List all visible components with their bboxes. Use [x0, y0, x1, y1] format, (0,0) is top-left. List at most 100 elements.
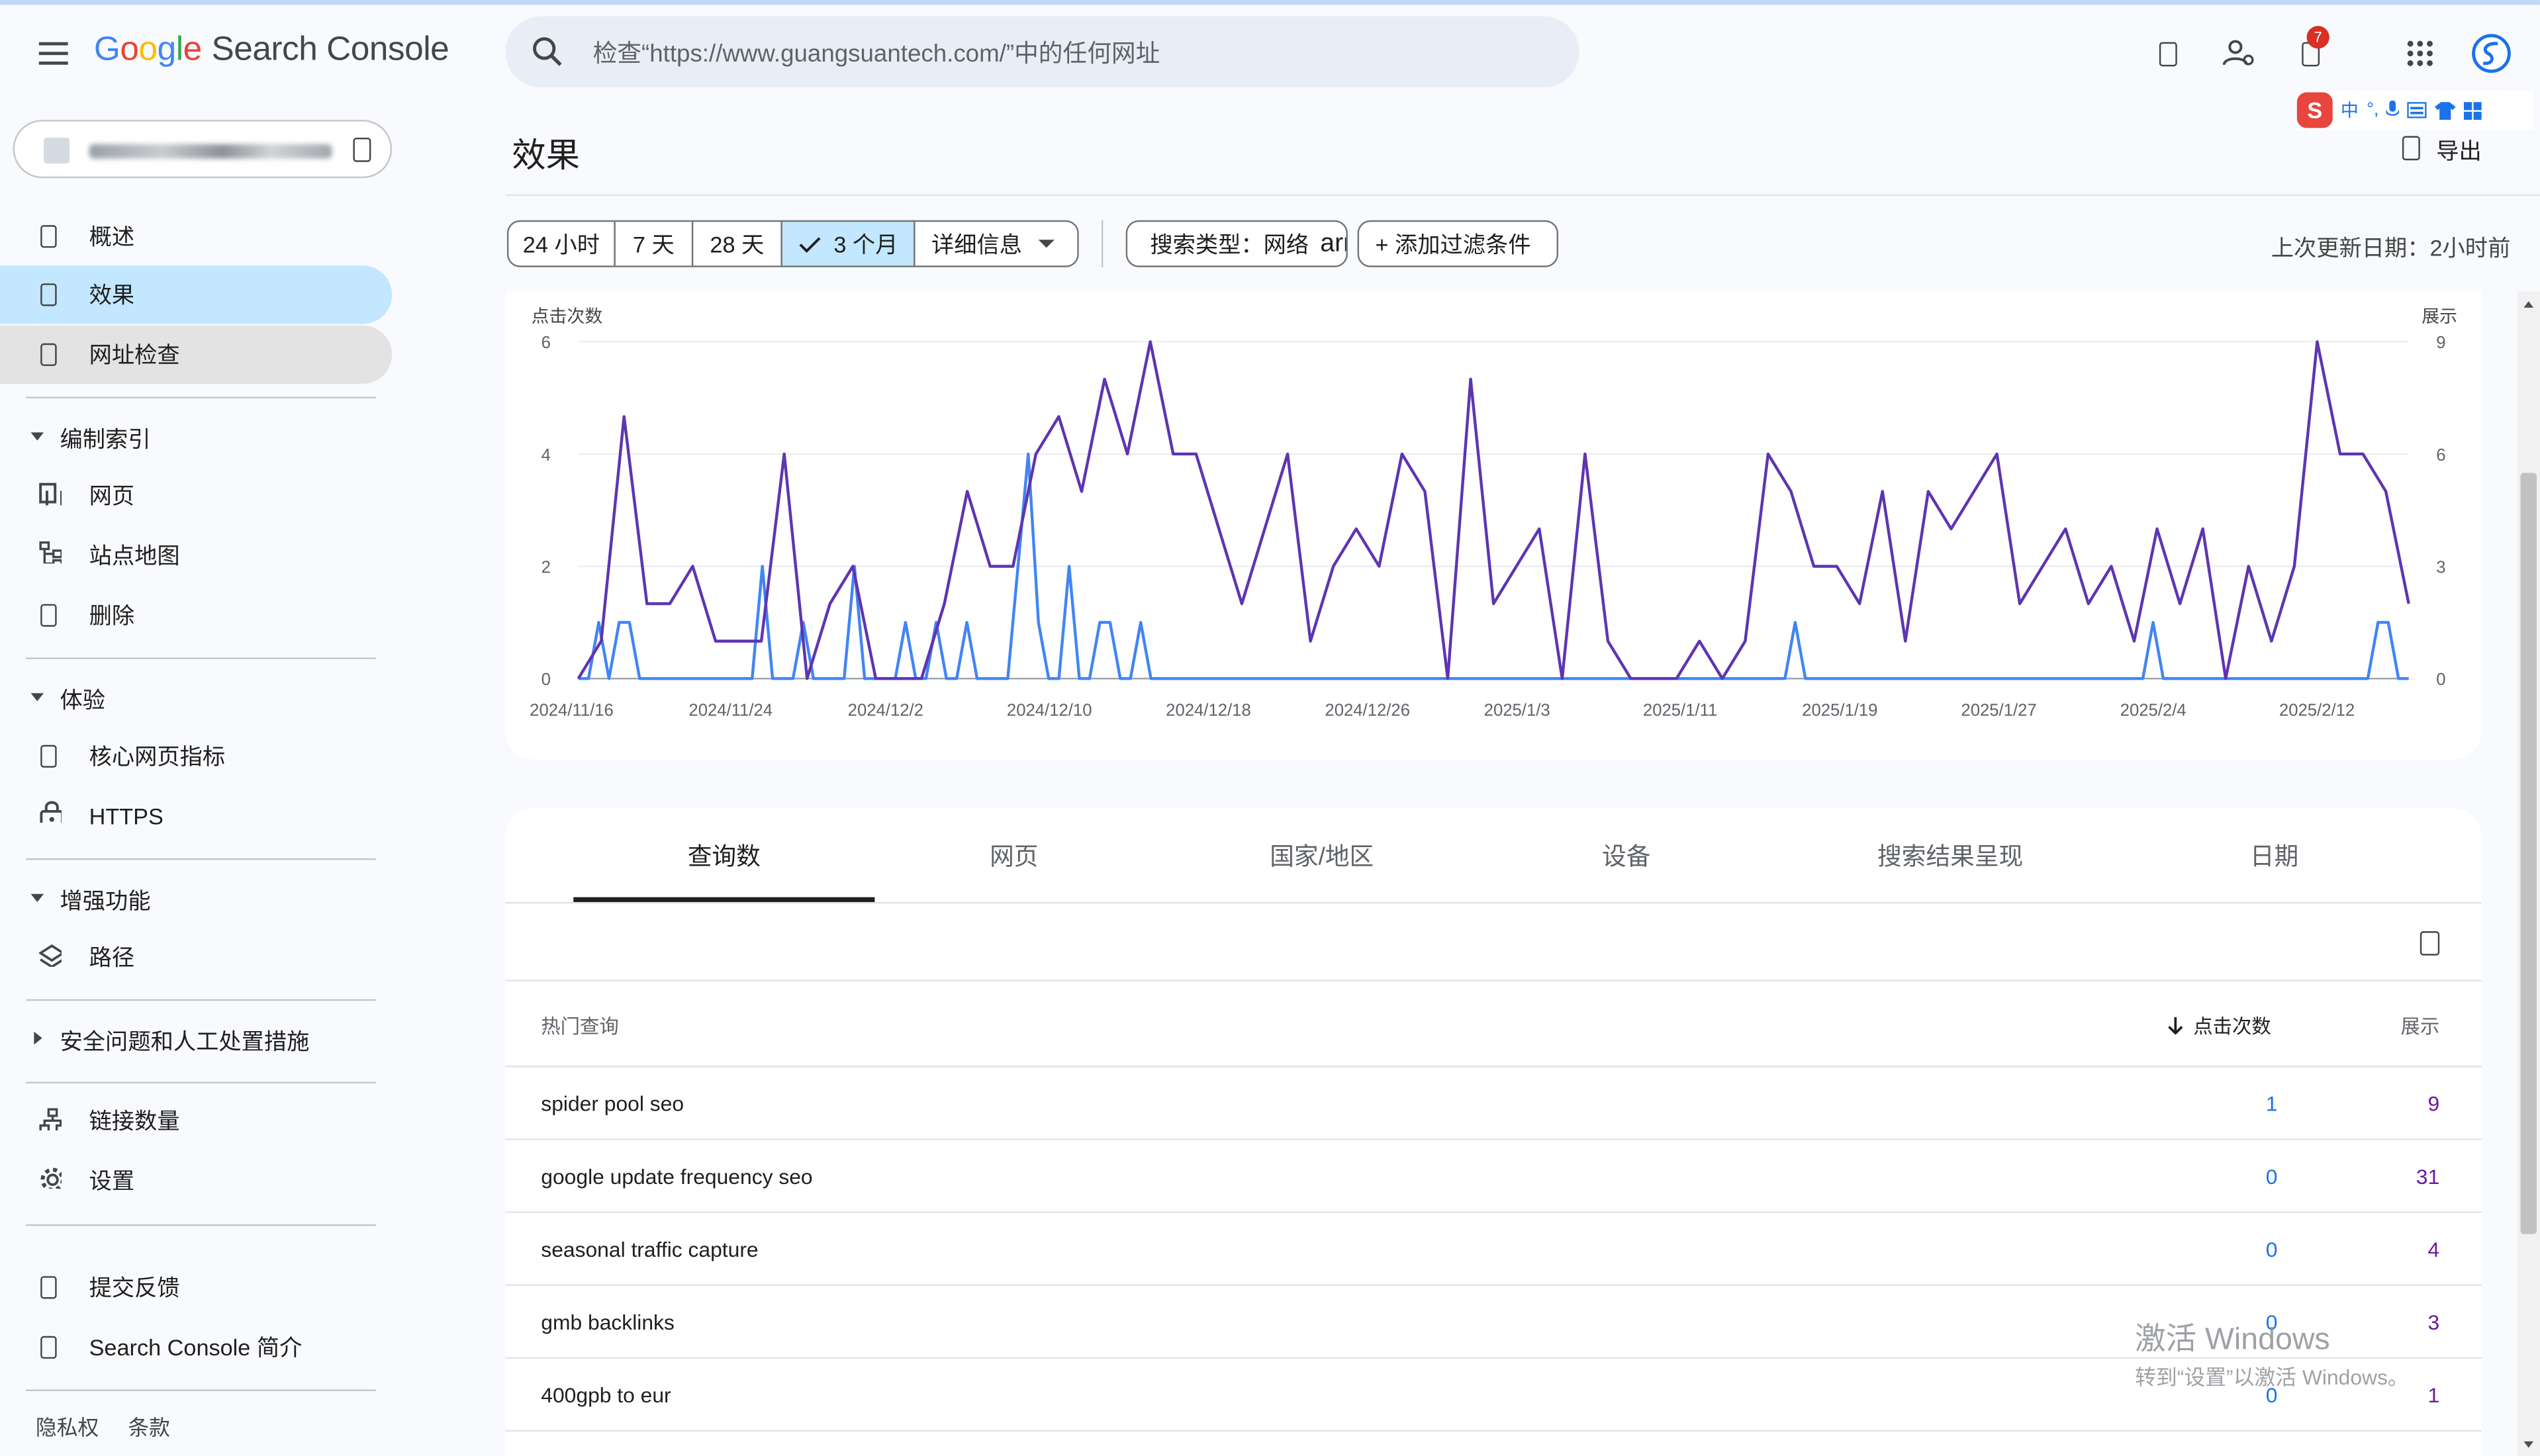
core-web-vitals-icon [40, 745, 57, 768]
column-header-clicks[interactable]: 点击次数 [2167, 1012, 2271, 1040]
caret-down-icon [30, 693, 44, 702]
tab-search-appearance[interactable]: 搜索结果呈现 [1779, 808, 2122, 902]
search-input[interactable] [589, 16, 1552, 91]
top-accent-line [0, 0, 2540, 5]
sidebar-divider [26, 1224, 376, 1226]
sogou-logo-icon: S [2296, 92, 2333, 128]
google-search-console-logo[interactable]: Google Search Console [94, 30, 449, 69]
sidebar-item-sitemaps[interactable]: 站点地图 [0, 526, 392, 584]
y2-tick-label: 9 [2436, 334, 2445, 352]
performance-line-chart[interactable]: 点击次数 展示 0 2 4 6 0 3 6 9 2024/11/16 2024/11/24 2024… [505, 291, 2481, 759]
sort-arrow-down-icon [2168, 1017, 2183, 1035]
privacy-link[interactable]: 隐私权 [36, 1410, 99, 1441]
removals-icon [40, 604, 57, 627]
tab-queries[interactable]: 查询数 [573, 808, 874, 902]
apps-button[interactable] [2394, 29, 2446, 77]
range-7d-button[interactable]: 7 天 [614, 220, 694, 267]
sidebar-item-breadcrumbs[interactable]: 路径 [0, 928, 392, 986]
x-tick-label: 2025/1/19 [1802, 702, 1877, 720]
x-tick-label: 2024/12/10 [1007, 702, 1092, 720]
range-28d-button[interactable]: 28 天 [691, 220, 782, 267]
tab-devices[interactable]: 设备 [1474, 808, 1779, 902]
help-button[interactable] [2141, 29, 2193, 77]
range-3m-button[interactable]: 3 个月 [780, 220, 916, 267]
ime-toolbar[interactable]: S 中 °, [2296, 91, 2534, 130]
search-icon[interactable] [528, 32, 567, 71]
x-tick-label: 2025/1/27 [1961, 702, 2036, 720]
sidebar-divider [26, 657, 376, 659]
add-filter-chip[interactable]: + 添加过滤条件 [1357, 220, 1559, 267]
sitemap-icon [39, 541, 62, 564]
arrow-drop-down-icon: arrow_drop_down [1320, 229, 1346, 257]
x-tick-label: 2024/12/2 [848, 702, 923, 720]
details-dropdown[interactable]: 详细信息 [914, 220, 1079, 267]
performance-icon [40, 283, 57, 306]
windows-activation-watermark: 激活 Windows 转到“设置”以激活 Windows。 [2135, 1323, 2409, 1390]
export-button[interactable]: 导出 [2394, 130, 2492, 169]
scroll-up-arrow-icon[interactable] [2523, 301, 2534, 308]
sidebar-item-feedback[interactable]: 提交反馈 [0, 1258, 392, 1316]
check-icon [798, 236, 820, 252]
search-type-filter-chip[interactable]: 搜索类型：网络 arrow_drop_down [1125, 220, 1348, 267]
caret-down-icon [30, 893, 44, 902]
active-tab-indicator [573, 897, 875, 902]
menu-button[interactable] [29, 29, 77, 77]
skin-icon[interactable] [2435, 101, 2457, 119]
sidebar-divider [26, 1081, 376, 1084]
url-inspect-search-bar[interactable] [505, 16, 1579, 91]
sidebar-item-overview[interactable]: 概述 [0, 207, 392, 265]
sidebar-item-url-inspection[interactable]: 网址检查 [0, 325, 393, 384]
x-tick-label: 2025/2/12 [2279, 702, 2355, 720]
column-header-impressions[interactable]: 展示 [2400, 1012, 2439, 1040]
table-row[interactable] [505, 1430, 2482, 1456]
x-tick-label: 2025/1/3 [1484, 702, 1550, 720]
section-experience[interactable]: 体验 [0, 674, 392, 722]
sidebar-divider [26, 396, 376, 398]
about-icon [40, 1336, 57, 1359]
page-scrollbar[interactable] [2517, 291, 2540, 1456]
section-enhancements[interactable]: 增强功能 [0, 874, 392, 923]
microphone-icon[interactable] [2386, 100, 2400, 120]
sidebar-item-removals[interactable]: 删除 [0, 586, 392, 645]
menu-icon [38, 42, 68, 65]
table-row[interactable]: spider pool seo 1 9 [505, 1066, 2482, 1138]
terms-link[interactable]: 条款 [128, 1410, 170, 1441]
account-avatar-icon [2472, 34, 2511, 73]
table-filter-icon[interactable] [2420, 931, 2440, 956]
sidebar-item-performance[interactable]: 效果 [0, 265, 393, 324]
section-security[interactable]: 安全问题和人工处置措施 [0, 1015, 392, 1064]
property-selector[interactable] [13, 120, 393, 179]
x-tick-label: 2024/11/16 [530, 702, 614, 720]
sidebar-item-pages[interactable]: 网页 [0, 467, 392, 525]
ime-punct[interactable]: °, [2367, 101, 2378, 120]
sidebar-item-links[interactable]: 链接数量 [0, 1091, 392, 1150]
tab-pages[interactable]: 网页 [874, 808, 1153, 902]
range-24h-button[interactable]: 24 小时 [506, 220, 616, 267]
x-tick-label: 2025/1/11 [1643, 702, 1717, 720]
scroll-down-arrow-icon[interactable] [2523, 1441, 2534, 1448]
toolbox-icon[interactable] [2465, 101, 2482, 119]
sidebar-item-about[interactable]: Search Console 简介 [0, 1318, 392, 1377]
manage-users-button[interactable] [2213, 29, 2265, 77]
pages-icon [39, 482, 62, 506]
keyboard-icon[interactable] [2408, 102, 2427, 118]
table-row[interactable]: google update frequency seo 0 31 [505, 1138, 2482, 1211]
filter-divider [1101, 220, 1104, 267]
y2-tick-label: 6 [2436, 446, 2445, 465]
performance-chart-card: 点击次数 展示 0 2 4 6 0 3 6 9 2024/11/16 2024/11/24 2024… [505, 291, 2482, 760]
ime-lang[interactable]: 中 [2341, 97, 2359, 123]
lock-icon [40, 801, 62, 823]
feedback-icon [40, 1276, 57, 1299]
x-tick-label: 2024/11/24 [688, 702, 773, 720]
sidebar-item-settings[interactable]: 设置 [0, 1152, 392, 1210]
manage-users-icon [2222, 40, 2254, 66]
sidebar-item-core-web-vitals[interactable]: 核心网页指标 [0, 727, 392, 786]
scrollbar-thumb[interactable] [2520, 473, 2537, 1234]
account-button[interactable] [2465, 29, 2517, 77]
sidebar-item-https[interactable]: HTTPS [0, 787, 392, 845]
table-row[interactable]: seasonal traffic capture 0 4 [505, 1211, 2482, 1284]
x-tick-label: 2025/2/4 [2120, 702, 2187, 720]
tab-countries[interactable]: 国家/地区 [1170, 808, 1474, 902]
section-indexing[interactable]: 编制索引 [0, 413, 392, 461]
tab-dates[interactable]: 日期 [2122, 808, 2427, 902]
